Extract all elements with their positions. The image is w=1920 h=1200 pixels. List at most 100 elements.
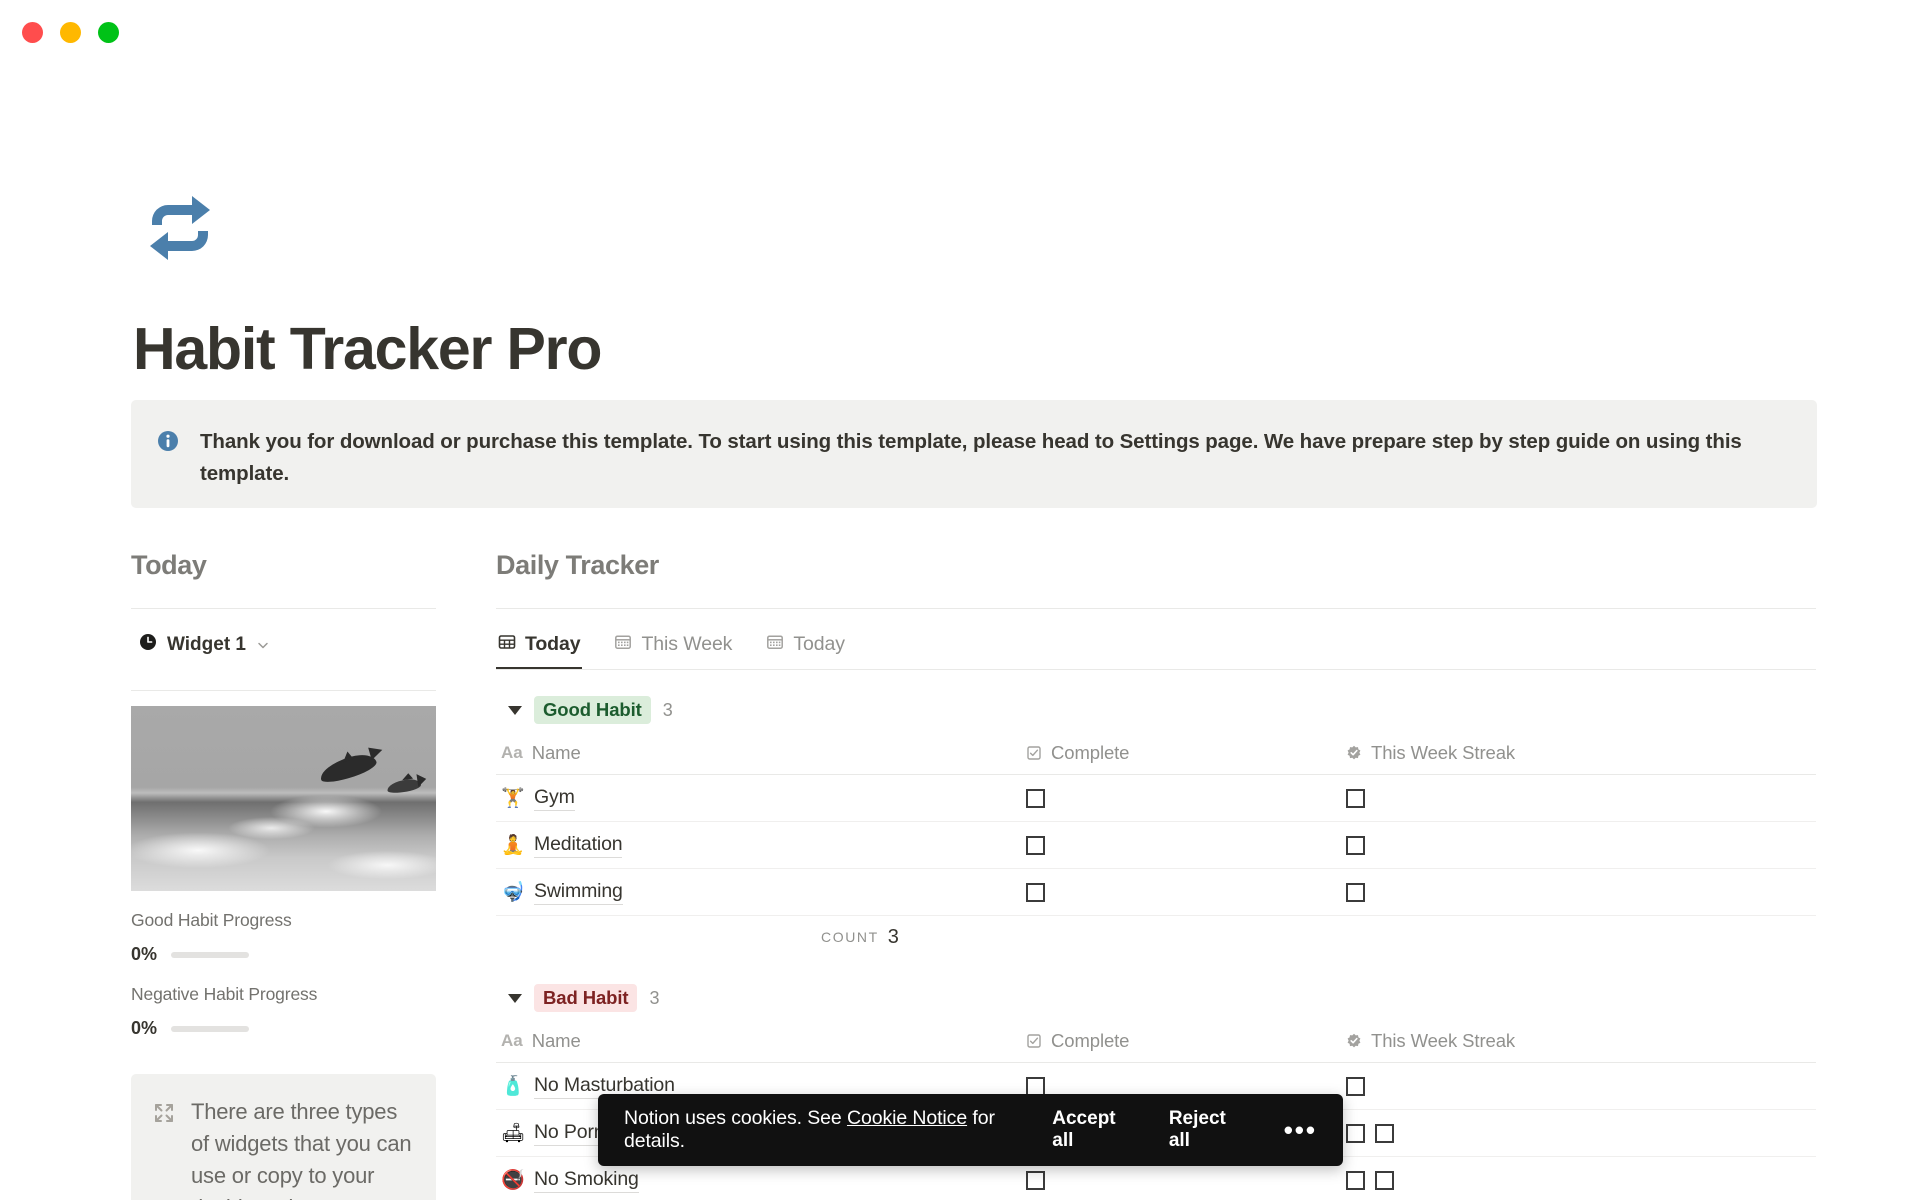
complete-checkbox[interactable] <box>1026 835 1045 855</box>
row-name[interactable]: No Smoking <box>534 1168 639 1193</box>
complete-cell[interactable] <box>1026 882 1346 902</box>
note-text: There are three types of widgets that yo… <box>191 1099 412 1200</box>
today-heading: Today <box>131 550 207 580</box>
streak-checkbox[interactable] <box>1346 882 1365 902</box>
group-header[interactable]: Bad Habit 3 <box>496 984 1816 1012</box>
today-column: Today Widget 1 <box>131 550 436 656</box>
widget-label: Widget 1 <box>167 633 246 655</box>
widget-selector[interactable]: Widget 1 <box>131 609 436 656</box>
tab-this-week[interactable]: This Week <box>612 629 734 669</box>
row-name-cell[interactable]: 🧘 Meditation <box>496 833 1026 858</box>
widget-card: Good Habit Progress 0% Negative Habit Pr… <box>131 690 436 1039</box>
row-name[interactable]: Meditation <box>534 833 623 858</box>
group-tag: Bad Habit <box>534 984 638 1012</box>
column-header-streak[interactable]: This Week Streak <box>1346 1030 1816 1052</box>
column-header-streak[interactable]: This Week Streak <box>1346 742 1816 764</box>
count-label: COUNT <box>821 929 879 945</box>
streak-checkbox[interactable] <box>1375 1123 1394 1143</box>
notion-page: Habit Tracker Pro Thank you for download… <box>0 0 1920 1200</box>
chevron-down-icon[interactable] <box>256 638 270 652</box>
calendar-icon <box>614 633 632 656</box>
tab-label: Today <box>793 633 845 655</box>
tab-label: Today <box>525 633 581 655</box>
complete-cell[interactable] <box>1026 1076 1346 1096</box>
streak-checkbox[interactable] <box>1346 835 1365 855</box>
row-name-cell[interactable]: 🤿 Swimming <box>496 880 1026 905</box>
info-icon <box>157 430 179 452</box>
snorkel-icon: 🤿 <box>501 881 525 903</box>
checkbox-property-icon <box>1026 1033 1042 1049</box>
group-count-row[interactable]: COUNT 3 <box>496 916 1816 958</box>
accept-all-button[interactable]: Accept all <box>1052 1108 1133 1152</box>
info-callout: Thank you for download or purchase this … <box>131 400 1817 508</box>
complete-checkbox[interactable] <box>1026 882 1045 902</box>
cookie-notice-link[interactable]: Cookie Notice <box>847 1107 967 1129</box>
group-good-habit: Good Habit 3 Aa Name Complete This Week … <box>496 696 1816 958</box>
complete-cell[interactable] <box>1026 788 1346 808</box>
row-name[interactable]: Swimming <box>534 880 623 905</box>
progress-bar <box>171 951 250 958</box>
cookie-banner: Notion uses cookies. See Cookie Notice f… <box>598 1094 1343 1166</box>
streak-checkbox[interactable] <box>1346 1170 1365 1190</box>
table-row[interactable]: 🏋 Gym <box>496 775 1816 822</box>
repeat-icon[interactable] <box>142 193 218 263</box>
tracker-heading: Daily Tracker <box>496 550 659 580</box>
row-name-cell[interactable]: 🚭 No Smoking <box>496 1168 1026 1193</box>
page-title: Habit Tracker Pro <box>133 316 602 382</box>
complete-checkbox[interactable] <box>1026 1170 1045 1190</box>
column-label: This Week Streak <box>1371 1030 1516 1051</box>
column-header-name[interactable]: Aa Name <box>496 742 1026 764</box>
table-row[interactable]: 🤿 Swimming <box>496 869 1816 916</box>
streak-cell[interactable] <box>1346 882 1816 902</box>
meditation-icon: 🧘 <box>501 834 525 856</box>
streak-cell[interactable] <box>1346 1170 1816 1190</box>
text-type-icon: Aa <box>501 1031 523 1050</box>
complete-checkbox[interactable] <box>1026 1076 1045 1096</box>
lotion-bottle-icon: 🧴 <box>501 1075 525 1097</box>
column-header-complete[interactable]: Complete <box>1026 742 1346 764</box>
complete-cell[interactable] <box>1026 835 1346 855</box>
streak-cell[interactable] <box>1346 1076 1816 1096</box>
count-value: 3 <box>887 925 899 948</box>
progress-value: 0% <box>131 944 158 964</box>
row-name-cell[interactable]: 🏋 Gym <box>496 786 1026 811</box>
row-name[interactable]: No Porn <box>534 1121 605 1146</box>
tab-today-table[interactable]: Today <box>496 629 583 669</box>
collapse-triangle-icon[interactable] <box>508 993 522 1003</box>
collapse-triangle-icon[interactable] <box>508 705 522 715</box>
complete-checkbox[interactable] <box>1026 788 1045 808</box>
streak-checkbox[interactable] <box>1346 788 1365 808</box>
streak-checkbox[interactable] <box>1346 1123 1365 1143</box>
verified-badge-icon <box>1346 1033 1362 1049</box>
text-type-icon: Aa <box>501 743 523 762</box>
cookie-message: Notion uses cookies. See Cookie Notice f… <box>624 1107 1016 1153</box>
group-count: 3 <box>662 699 673 720</box>
streak-cell[interactable] <box>1346 1123 1816 1143</box>
column-label: Name <box>531 1030 581 1051</box>
group-tag: Good Habit <box>534 696 651 724</box>
streak-checkbox[interactable] <box>1375 1170 1394 1190</box>
complete-cell[interactable] <box>1026 1170 1346 1190</box>
progress-value: 0% <box>131 1018 158 1038</box>
streak-checkbox[interactable] <box>1346 1076 1365 1096</box>
calendar-icon <box>766 633 784 656</box>
streak-cell[interactable] <box>1346 835 1816 855</box>
expand-arrows-icon <box>153 1102 175 1124</box>
checkbox-property-icon <box>1026 745 1042 761</box>
dumbbell-icon: 🏋 <box>501 787 525 809</box>
tab-today-calendar[interactable]: Today <box>764 629 847 669</box>
progress-label: Good Habit Progress <box>131 910 292 930</box>
group-bad-habit: Bad Habit 3 Aa Name Complete This Week S… <box>496 984 1816 1200</box>
more-options-icon[interactable]: ••• <box>1284 1117 1317 1143</box>
row-name[interactable]: Gym <box>534 786 575 811</box>
clock-icon <box>139 633 157 656</box>
progress-label: Negative Habit Progress <box>131 984 318 1004</box>
column-header-name[interactable]: Aa Name <box>496 1030 1026 1052</box>
streak-cell[interactable] <box>1346 788 1816 808</box>
group-header[interactable]: Good Habit 3 <box>496 696 1816 724</box>
reject-all-button[interactable]: Reject all <box>1169 1108 1244 1152</box>
column-header-complete[interactable]: Complete <box>1026 1030 1346 1052</box>
table-row[interactable]: 🧘 Meditation <box>496 822 1816 869</box>
column-label: This Week Streak <box>1371 742 1516 763</box>
column-label: Complete <box>1051 1030 1130 1051</box>
